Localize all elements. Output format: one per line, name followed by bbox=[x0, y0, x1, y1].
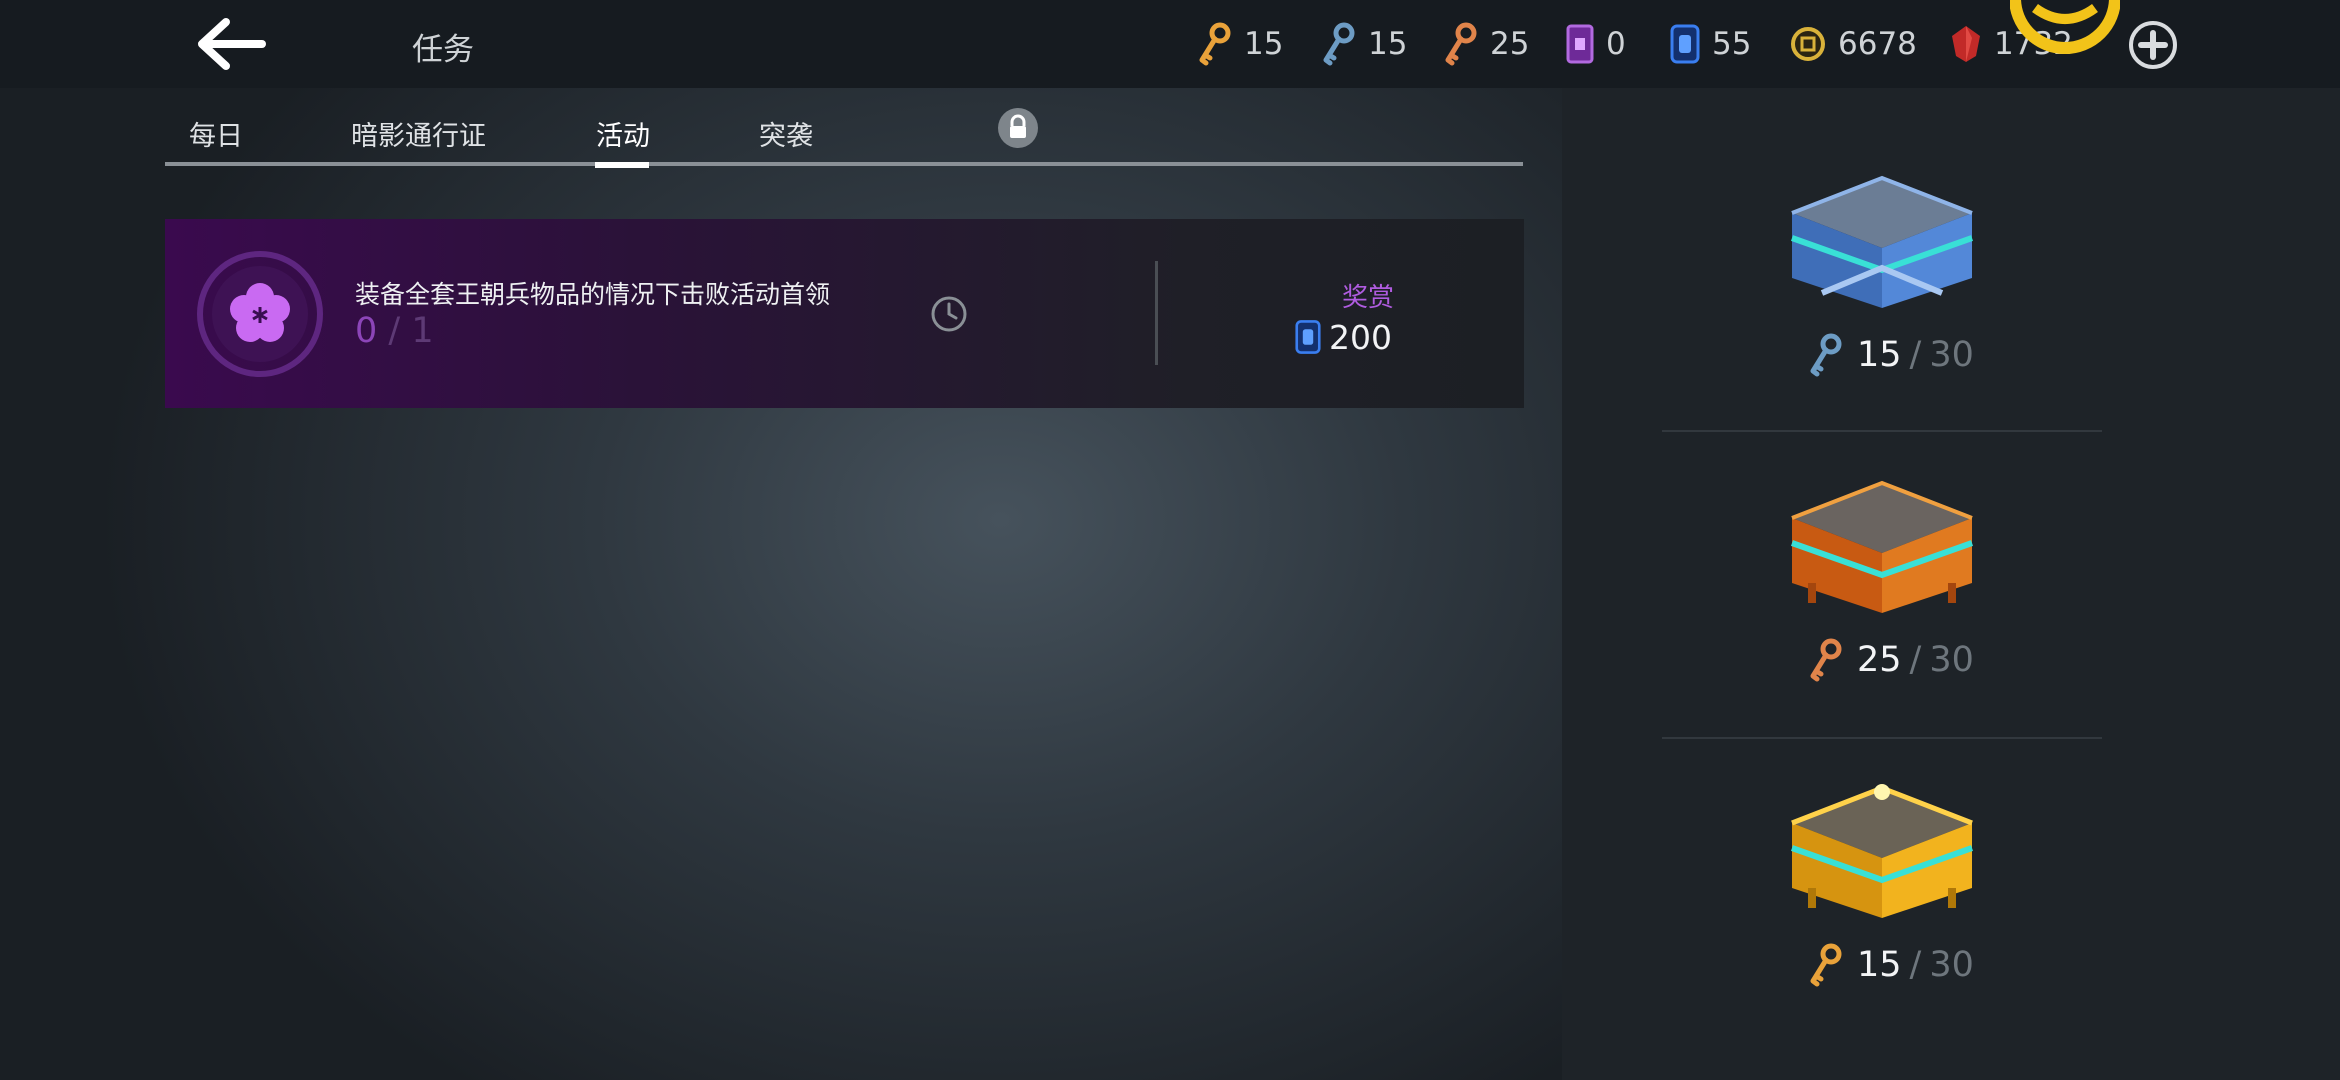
tab-daily[interactable]: 每日 bbox=[189, 114, 243, 153]
orange-key-icon bbox=[1810, 638, 1842, 682]
key-max: 30 bbox=[1929, 640, 1974, 680]
gold-key-icon bbox=[1810, 943, 1842, 987]
add-currency-button[interactable] bbox=[2128, 20, 2178, 70]
task-description: 装备全套王朝兵物品的情况下击败活动首领 bbox=[355, 280, 831, 309]
back-arrow-icon bbox=[198, 18, 266, 70]
blue-card-icon bbox=[1670, 24, 1700, 64]
orange-chest-icon bbox=[1790, 480, 1974, 613]
tab-shadow-pass[interactable]: 暗影通行证 bbox=[351, 114, 486, 153]
tab-raid[interactable]: 突袭 bbox=[759, 114, 813, 153]
chest-item-gold[interactable]: 15 / 30 bbox=[1662, 778, 2102, 998]
currency-orange-key: 25 bbox=[1442, 20, 1529, 68]
lock-icon bbox=[1010, 114, 1026, 138]
chest-divider bbox=[1662, 430, 2102, 432]
chest-item-orange[interactable]: 25 / 30 bbox=[1662, 473, 2102, 693]
tab-bar: 每日 暗影通行证 活动 突袭 bbox=[165, 96, 1523, 168]
key-max: 30 bbox=[1929, 945, 1974, 985]
reward-row: 200 bbox=[1295, 315, 1392, 359]
reward-amount: 200 bbox=[1329, 317, 1392, 357]
currency-amount: 25 bbox=[1490, 26, 1530, 62]
reward-label: 奖赏 bbox=[1341, 283, 1394, 313]
page-title: 任务 bbox=[412, 32, 474, 68]
blue-chest-icon bbox=[1790, 175, 1974, 308]
flower-emblem-icon bbox=[197, 251, 323, 377]
blue-key-icon bbox=[1323, 22, 1355, 66]
orange-key-icon bbox=[1445, 22, 1477, 66]
key-separator: / bbox=[1909, 335, 1922, 375]
key-have: 15 bbox=[1857, 335, 1902, 375]
gold-key-icon bbox=[1199, 22, 1231, 66]
blue-card-icon bbox=[1295, 320, 1321, 354]
clock-icon bbox=[931, 296, 967, 332]
task-progress: 0 / 1 bbox=[355, 311, 434, 351]
currency-blue-key: 15 bbox=[1320, 20, 1407, 68]
key-have: 15 bbox=[1857, 945, 1902, 985]
red-gem-icon bbox=[1952, 26, 1980, 62]
task-divider bbox=[1155, 261, 1158, 365]
gold-coin-icon bbox=[1791, 27, 1825, 61]
progress-total: 1 bbox=[411, 311, 434, 351]
progress-current: 0 bbox=[355, 311, 378, 351]
gold-chest-icon bbox=[1790, 784, 1974, 918]
key-have: 25 bbox=[1857, 640, 1902, 680]
chest-panel: 15 / 30 25 / 30 15 / 30 bbox=[1562, 88, 2340, 1080]
top-bar: 任务 15 15 25 0 55 6678 1732 bbox=[0, 0, 2340, 88]
active-tab-indicator bbox=[595, 162, 649, 168]
chest-key-count: 15 / 30 bbox=[1807, 330, 1974, 380]
chest-divider bbox=[1662, 737, 2102, 739]
chest-item-blue[interactable]: 15 / 30 bbox=[1662, 168, 2102, 388]
progress-separator: / bbox=[388, 311, 401, 351]
chest-key-count: 15 / 30 bbox=[1807, 940, 1974, 990]
emblem-icon bbox=[2010, 0, 2120, 54]
currency-amount: 6678 bbox=[1838, 26, 1917, 62]
currency-blue-card: 55 bbox=[1670, 20, 1751, 68]
currency-purple-ticket: 0 bbox=[1566, 20, 1626, 68]
blue-key-icon bbox=[1810, 333, 1842, 377]
key-separator: / bbox=[1909, 640, 1922, 680]
raid-lock-badge bbox=[998, 108, 1038, 148]
back-button[interactable] bbox=[190, 14, 270, 74]
currency-amount: 55 bbox=[1712, 26, 1752, 62]
currency-amount: 15 bbox=[1368, 26, 1408, 62]
tab-event[interactable]: 活动 bbox=[596, 114, 650, 153]
purple-ticket-icon bbox=[1566, 24, 1594, 64]
currency-gold-coin: 6678 bbox=[1790, 20, 1917, 68]
currency-amount: 0 bbox=[1606, 26, 1626, 62]
task-card[interactable]: 装备全套王朝兵物品的情况下击败活动首领 0 / 1 奖赏 200 bbox=[165, 219, 1524, 408]
plus-icon bbox=[2129, 21, 2177, 69]
tab-divider bbox=[165, 162, 1523, 166]
currency-amount: 15 bbox=[1244, 26, 1284, 62]
currency-gold-key: 15 bbox=[1196, 20, 1283, 68]
chest-key-count: 25 / 30 bbox=[1807, 635, 1974, 685]
key-max: 30 bbox=[1929, 335, 1974, 375]
key-separator: / bbox=[1909, 945, 1922, 985]
